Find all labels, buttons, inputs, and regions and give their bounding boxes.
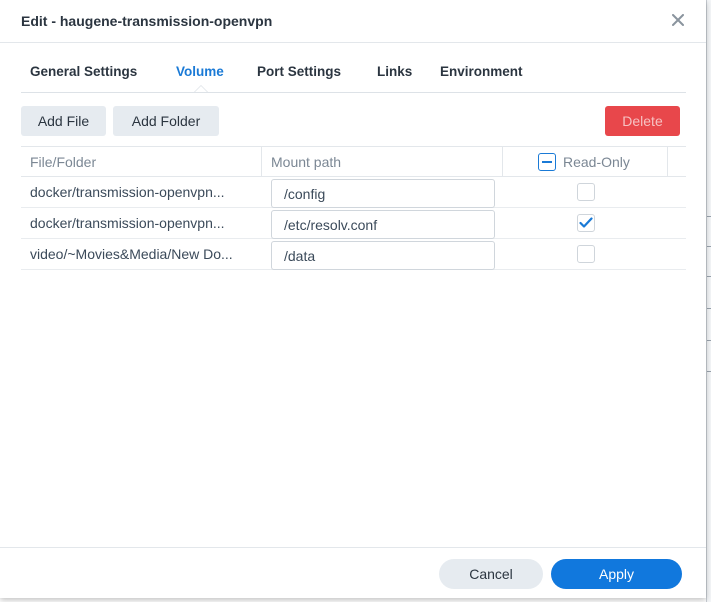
column-header-read-only: Read-Only (563, 154, 630, 170)
read-only-checkbox[interactable] (577, 183, 595, 201)
active-tab-indicator (194, 85, 208, 92)
dialog-title: Edit - haugene-transmission-openvpn (21, 13, 273, 29)
read-only-select-all-checkbox[interactable] (538, 153, 556, 171)
tab-general-settings[interactable]: General Settings (30, 64, 137, 79)
edit-container-dialog: Edit - haugene-transmission-openvpn Gene… (0, 0, 706, 598)
tab-environment[interactable]: Environment (440, 64, 523, 79)
volume-table: File/Folder Mount path Read-Only docker/… (21, 146, 686, 270)
background-divider (707, 216, 711, 217)
tab-port-settings[interactable]: Port Settings (257, 64, 341, 79)
background-divider (707, 276, 711, 277)
cancel-button[interactable]: Cancel (439, 559, 543, 589)
column-header-mount-path[interactable]: Mount path (262, 147, 503, 177)
mount-path-input[interactable] (271, 210, 495, 239)
column-header-file-folder[interactable]: File/Folder (21, 147, 262, 177)
column-header-read-only-cell: Read-Only (503, 147, 668, 177)
tab-bar: General Settings Volume Port Settings Li… (21, 56, 686, 93)
close-icon (672, 14, 684, 26)
background-divider (707, 246, 711, 247)
table-row[interactable]: docker/transmission-openvpn... (21, 177, 686, 208)
read-only-checkbox[interactable] (577, 245, 595, 263)
tab-links[interactable]: Links (377, 64, 412, 79)
mount-path-input[interactable] (271, 241, 495, 270)
apply-button[interactable]: Apply (551, 559, 682, 589)
dialog-titlebar: Edit - haugene-transmission-openvpn (0, 0, 706, 43)
file-folder-cell: video/~Movies&Media/New Do... (30, 246, 233, 262)
table-header: File/Folder Mount path Read-Only (21, 146, 686, 177)
mount-path-input[interactable] (271, 179, 495, 208)
tab-volume[interactable]: Volume (176, 64, 224, 79)
background-window-edge (706, 0, 711, 602)
table-row[interactable]: video/~Movies&Media/New Do... (21, 239, 686, 270)
file-folder-cell: docker/transmission-openvpn... (30, 184, 225, 200)
read-only-checkbox[interactable] (577, 214, 595, 232)
add-file-button[interactable]: Add File (21, 106, 106, 136)
checkmark-icon (579, 217, 593, 228)
delete-button[interactable]: Delete (605, 106, 680, 136)
close-button[interactable] (666, 8, 690, 32)
dialog-footer: Cancel Apply (0, 547, 706, 598)
background-divider (707, 308, 711, 309)
table-row[interactable]: docker/transmission-openvpn... (21, 208, 686, 239)
add-folder-button[interactable]: Add Folder (113, 106, 219, 136)
background-divider (707, 371, 711, 372)
background-divider (707, 340, 711, 341)
file-folder-cell: docker/transmission-openvpn... (30, 215, 225, 231)
